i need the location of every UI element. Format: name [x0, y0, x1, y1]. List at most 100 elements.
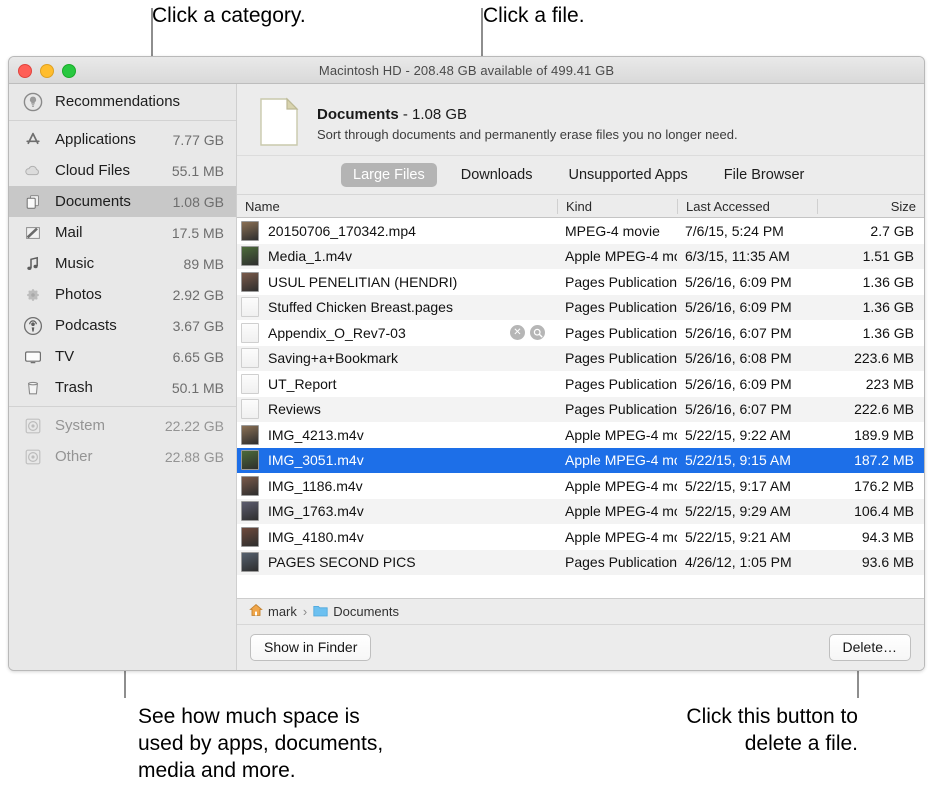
- sidebar-item-size: 7.77 GB: [173, 132, 224, 148]
- file-name-cell: Reviews: [237, 399, 557, 419]
- file-date-cell: 5/22/15, 9:29 AM: [677, 503, 817, 519]
- document-icon: [241, 323, 259, 343]
- file-size-cell: 189.9 MB: [817, 427, 924, 443]
- table-row[interactable]: IMG_1763.m4v Apple MPEG-4 mo…5/22/15, 9:2…: [237, 499, 924, 525]
- sidebar-item-size: 2.92 GB: [173, 287, 224, 303]
- sidebar-item-label: Applications: [55, 131, 173, 148]
- table-row[interactable]: Stuffed Chicken Breast.pages Pages Public…: [237, 295, 924, 321]
- documents-icon: [22, 191, 44, 213]
- lightbulb-icon: [22, 91, 44, 113]
- file-kind-cell: Pages Publication: [557, 299, 677, 315]
- file-name-cell: USUL PENELITIAN (HENDRI): [237, 272, 557, 292]
- table-row[interactable]: Media_1.m4vApple MPEG-4 mo…6/3/15, 11:35…: [237, 244, 924, 270]
- sidebar-item-size: 17.5 MB: [172, 225, 224, 241]
- column-header-kind[interactable]: Kind: [557, 199, 677, 214]
- zoom-button[interactable]: [62, 64, 76, 78]
- sidebar-item-recommendations[interactable]: Recommendations: [9, 86, 236, 117]
- breadcrumb-label: mark: [268, 604, 297, 619]
- file-kind-cell: Pages Publication: [557, 401, 677, 417]
- file-size-cell: 94.3 MB: [817, 529, 924, 545]
- document-icon: [241, 297, 259, 317]
- table-row[interactable]: PAGES SECOND PICSPages Publication4/26/1…: [237, 550, 924, 576]
- close-button[interactable]: [18, 64, 32, 78]
- table-row[interactable]: UT_ReportPages Publication5/26/16, 6:09 …: [237, 371, 924, 397]
- tab-large-files[interactable]: Large Files: [341, 163, 437, 187]
- file-size-cell: 106.4 MB: [817, 503, 924, 519]
- column-header-size[interactable]: Size: [817, 199, 924, 214]
- minimize-button[interactable]: [40, 64, 54, 78]
- file-name-cell: 20150706_170342.mp4: [237, 221, 557, 241]
- file-name-label: Stuffed Chicken Breast.pages: [268, 299, 453, 315]
- sidebar-item-mail[interactable]: Mail 17.5 MB: [9, 217, 236, 248]
- sidebar-item-podcasts[interactable]: Podcasts 3.67 GB: [9, 310, 236, 341]
- file-name-cell: Stuffed Chicken Breast.pages: [237, 297, 557, 317]
- file-kind-cell: Pages Publication: [557, 376, 677, 392]
- sidebar-item-cloud-files[interactable]: Cloud Files 55.1 MB: [9, 155, 236, 186]
- table-row[interactable]: IMG_1186.m4vApple MPEG-4 mo…5/22/15, 9:1…: [237, 473, 924, 499]
- tab-unsupported-apps[interactable]: Unsupported Apps: [556, 163, 699, 187]
- sidebar-item-tv[interactable]: TV 6.65 GB: [9, 341, 236, 372]
- media-thumb-icon: [241, 272, 259, 292]
- sidebar-item-label: System: [55, 417, 165, 434]
- sidebar-item-applications[interactable]: Applications 7.77 GB: [9, 124, 236, 155]
- table-row[interactable]: IMG_4213.m4vApple MPEG-4 mo…5/22/15, 9:2…: [237, 422, 924, 448]
- column-header-last-accessed[interactable]: Last Accessed: [677, 199, 817, 214]
- file-date-cell: 5/26/16, 6:07 PM: [677, 401, 817, 417]
- breadcrumb-item-documents[interactable]: Documents: [313, 604, 399, 620]
- tab-file-browser[interactable]: File Browser: [712, 163, 817, 187]
- file-size-cell: 2.7 GB: [817, 223, 924, 239]
- table-row[interactable]: Appendix_O_Rev7-03✕Pages Publication5/26…: [237, 320, 924, 346]
- breadcrumb: mark › Documents: [237, 598, 924, 624]
- column-header-name[interactable]: Name: [237, 199, 557, 214]
- tab-downloads[interactable]: Downloads: [449, 163, 545, 187]
- sidebar-item-documents[interactable]: Documents 1.08 GB: [9, 186, 236, 217]
- breadcrumb-item-mark[interactable]: mark: [249, 603, 297, 620]
- file-kind-cell: Pages Publication: [557, 350, 677, 366]
- remove-icon[interactable]: ✕: [510, 325, 525, 340]
- cloud-icon: [22, 160, 44, 182]
- file-name-label: UT_Report: [268, 376, 336, 392]
- file-date-cell: 5/26/16, 6:09 PM: [677, 274, 817, 290]
- table-row[interactable]: 20150706_170342.mp4MPEG-4 movie7/6/15, 5…: [237, 218, 924, 244]
- table-row[interactable]: USUL PENELITIAN (HENDRI)Pages Publicatio…: [237, 269, 924, 295]
- annotation-click-delete: Click this button to delete a file.: [600, 703, 858, 757]
- search-icon[interactable]: [530, 325, 545, 340]
- folder-icon: [313, 604, 328, 620]
- sidebar-item-music[interactable]: Music 89 MB: [9, 248, 236, 279]
- sidebar-item-other: Other 22.88 GB: [9, 441, 236, 472]
- file-name-label: IMG_1763.m4v: [268, 503, 364, 519]
- sidebar: Recommendations Applications 7.77 GB Clo…: [9, 84, 237, 670]
- sidebar-item-photos[interactable]: Photos 2.92 GB: [9, 279, 236, 310]
- sidebar-item-label: Recommendations: [55, 93, 224, 110]
- sidebar-item-trash[interactable]: Trash 50.1 MB: [9, 372, 236, 403]
- file-name-label: Saving+a+Bookmark: [268, 350, 398, 366]
- table-row[interactable]: Saving+a+BookmarkPages Publication5/26/1…: [237, 346, 924, 372]
- annotation-click-a-category: Click a category.: [152, 2, 306, 29]
- media-thumb-icon: [241, 246, 259, 266]
- file-name-label: PAGES SECOND PICS: [268, 554, 416, 570]
- file-kind-cell: Apple MPEG-4 mo…: [557, 503, 677, 519]
- file-name-cell: PAGES SECOND PICS: [237, 552, 557, 572]
- file-name-label: 20150706_170342.mp4: [268, 223, 416, 239]
- sidebar-divider: [9, 406, 236, 407]
- table-row[interactable]: ReviewsPages Publication5/26/16, 6:07 PM…: [237, 397, 924, 423]
- sidebar-item-label: Other: [55, 448, 165, 465]
- sidebar-item-label: Mail: [55, 224, 172, 241]
- breadcrumb-label: Documents: [333, 604, 399, 619]
- podcasts-icon: [22, 315, 44, 337]
- file-date-cell: 5/22/15, 9:15 AM: [677, 452, 817, 468]
- media-thumb-icon: [241, 450, 259, 470]
- media-thumb-icon: [241, 425, 259, 445]
- appstore-icon: [22, 129, 44, 151]
- table-row[interactable]: IMG_4180.m4vApple MPEG-4 mo…5/22/15, 9:2…: [237, 524, 924, 550]
- file-list[interactable]: 20150706_170342.mp4MPEG-4 movie7/6/15, 5…: [237, 218, 924, 598]
- file-kind-cell: Pages Publication: [557, 554, 677, 570]
- file-date-cell: 5/22/15, 9:21 AM: [677, 529, 817, 545]
- table-row[interactable]: IMG_3051.m4vApple MPEG-4 mo…5/22/15, 9:1…: [237, 448, 924, 474]
- file-size-cell: 1.36 GB: [817, 325, 924, 341]
- show-in-finder-button[interactable]: Show in Finder: [250, 634, 371, 661]
- sidebar-item-size: 55.1 MB: [172, 163, 224, 179]
- main-panel: Documents - 1.08 GB Sort through documen…: [237, 84, 924, 670]
- sidebar-item-size: 3.67 GB: [173, 318, 224, 334]
- delete-button[interactable]: Delete…: [829, 634, 911, 661]
